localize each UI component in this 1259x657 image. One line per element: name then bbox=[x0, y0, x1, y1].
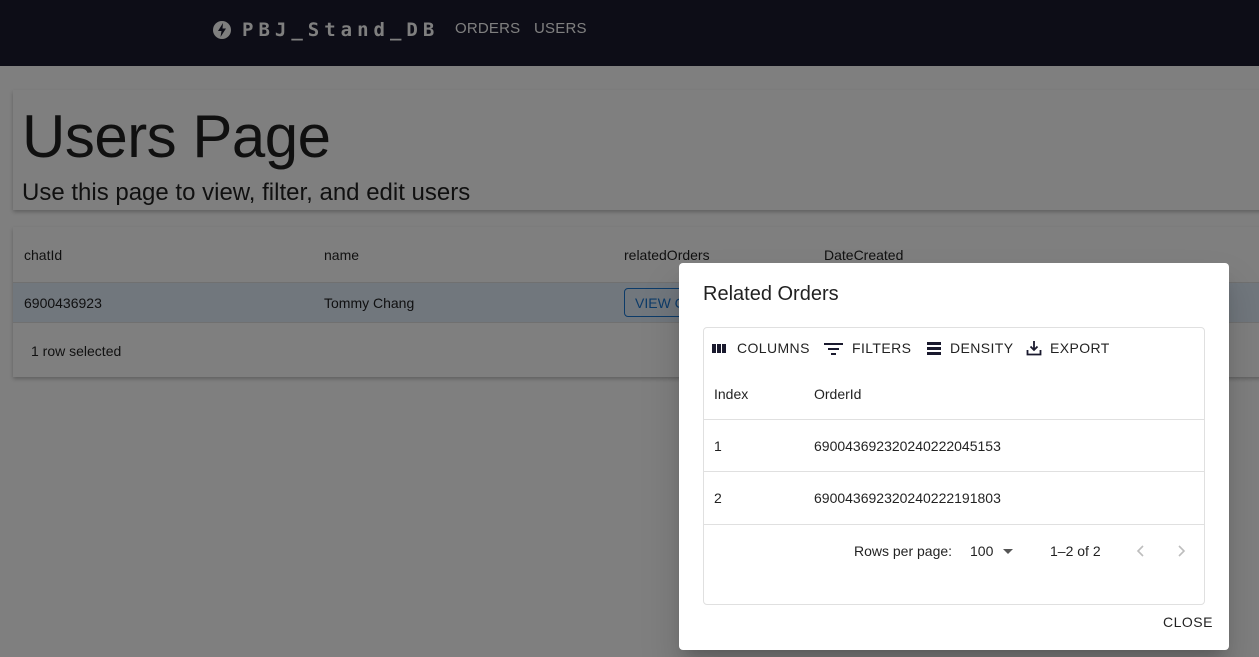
density-button[interactable]: DENSITY bbox=[926, 337, 1013, 359]
cell-orderid: 690043692320240222191803 bbox=[814, 490, 1001, 506]
cell-orderid: 69004369232024022204​5153 bbox=[814, 437, 1001, 454]
dialog-title: Related Orders bbox=[703, 283, 839, 305]
columns-button[interactable]: COLUMNS bbox=[712, 337, 810, 359]
table-row[interactable]: 2 690043692320240222191803 bbox=[704, 472, 1204, 524]
filter-list-icon bbox=[824, 343, 843, 355]
rows-per-page-select[interactable]: 100 bbox=[970, 525, 1015, 576]
related-orders-header: Index OrderId bbox=[704, 368, 1204, 420]
related-orders-dialog: Related Orders COLUMNS FILTERS DENSITY E… bbox=[679, 263, 1229, 650]
chevron-right-icon bbox=[1178, 544, 1186, 557]
column-header-index[interactable]: Index bbox=[714, 368, 748, 419]
cell-index: 2 bbox=[714, 490, 722, 506]
rows-per-page-value: 100 bbox=[970, 542, 994, 559]
density-button-label: DENSITY bbox=[950, 340, 1014, 356]
view-column-icon bbox=[712, 344, 726, 353]
column-header-orderid[interactable]: OrderId bbox=[814, 368, 861, 419]
table-row[interactable]: 1 69004369232024022204​5153 bbox=[704, 420, 1204, 472]
chevron-left-icon bbox=[1136, 544, 1144, 557]
arrow-drop-down-icon bbox=[1003, 548, 1014, 554]
grid-toolbar: COLUMNS FILTERS DENSITY EXPORT bbox=[704, 328, 1204, 366]
next-page-button[interactable] bbox=[1174, 525, 1188, 576]
related-orders-grid: COLUMNS FILTERS DENSITY EXPORT Index Ord… bbox=[703, 327, 1205, 605]
pagination-range: 1–2 of 2 bbox=[1050, 542, 1101, 559]
filters-button-label: FILTERS bbox=[852, 340, 912, 356]
columns-button-label: COLUMNS bbox=[737, 340, 810, 356]
close-button[interactable]: CLOSE bbox=[1163, 614, 1213, 630]
export-button-label: EXPORT bbox=[1050, 340, 1110, 356]
export-button[interactable]: EXPORT bbox=[1026, 337, 1110, 359]
grid-pagination: Rows per page: 100 1–2 of 2 bbox=[704, 524, 1204, 576]
download-icon bbox=[1026, 341, 1042, 356]
previous-page-button[interactable] bbox=[1134, 525, 1148, 576]
rows-per-page-label: Rows per page: bbox=[854, 542, 953, 559]
density-icon bbox=[927, 342, 941, 355]
filters-button[interactable]: FILTERS bbox=[824, 337, 911, 359]
cell-index: 1 bbox=[714, 437, 722, 454]
